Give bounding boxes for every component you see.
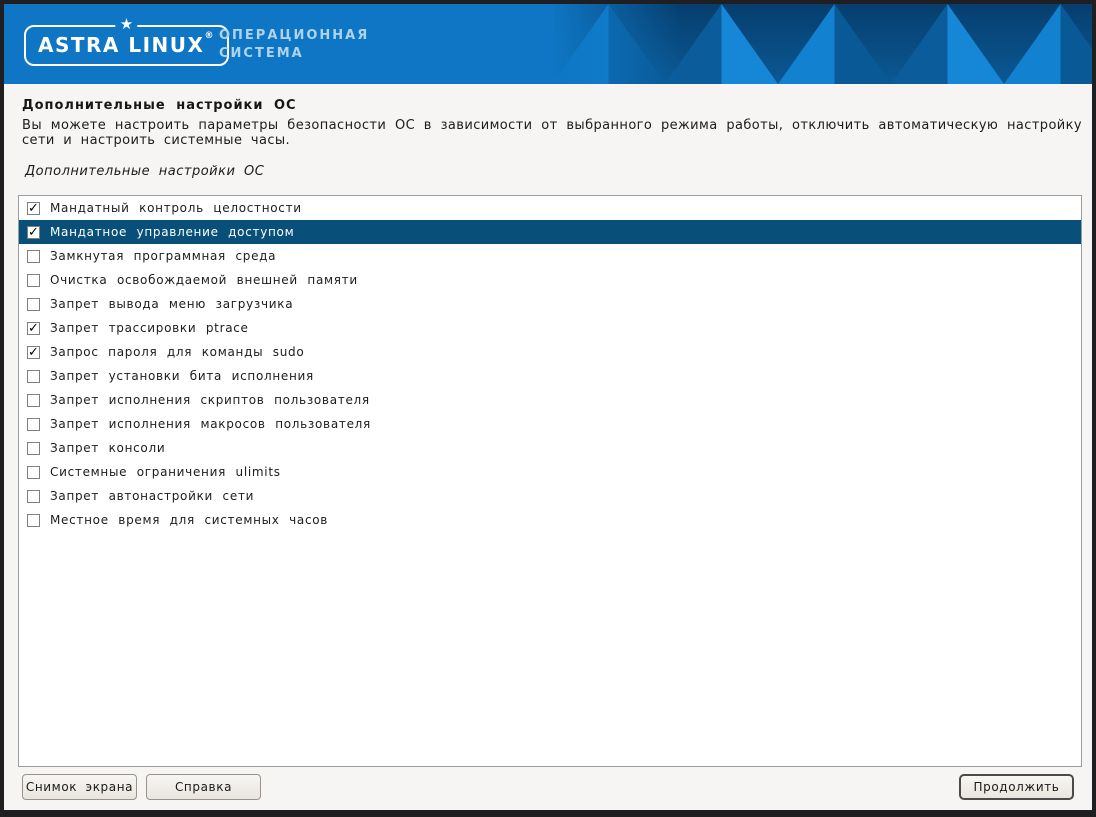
installer-window: ★ ASTRA LINUX® ОПЕРАЦИОННАЯ СИСТЕМА Допо… [4, 4, 1092, 810]
checkbox-unchecked-icon[interactable] [27, 514, 40, 527]
star-icon: ★ [116, 16, 137, 32]
help-button[interactable]: Справка [146, 774, 261, 800]
list-item[interactable]: ✓ Мандатное управление доступом [19, 220, 1081, 244]
list-item[interactable]: Замкнутая программная среда [19, 244, 1081, 268]
list-item[interactable]: Запрет вывода меню загрузчика [19, 292, 1081, 316]
option-label: Запрет установки бита исполнения [50, 369, 314, 383]
checkbox-checked-icon[interactable]: ✓ [27, 346, 40, 359]
list-item[interactable]: Очистка освобождаемой внешней памяти [19, 268, 1081, 292]
options-group-label: Дополнительные настройки ОС [25, 164, 264, 179]
list-item[interactable]: ✓ Мандатный контроль целостности [19, 196, 1081, 220]
header-subtitle: ОПЕРАЦИОННАЯ СИСТЕМА [219, 27, 369, 63]
option-label: Мандатный контроль целостности [50, 201, 302, 215]
header-banner: ★ ASTRA LINUX® ОПЕРАЦИОННАЯ СИСТЕМА [4, 4, 1092, 84]
option-label: Мандатное управление доступом [50, 225, 294, 239]
continue-button[interactable]: Продолжить [959, 774, 1074, 800]
option-label: Запрет исполнения скриптов пользователя [50, 393, 370, 407]
option-label: Запрет трассировки ptrace [50, 321, 249, 335]
logo-text: ASTRA LINUX® [38, 33, 215, 57]
checkbox-unchecked-icon[interactable] [27, 490, 40, 503]
options-list[interactable]: ✓ Мандатный контроль целостности ✓ Мандатно… [18, 195, 1082, 767]
pattern-fade [552, 4, 682, 84]
list-item[interactable]: Запрет автонастройки сети [19, 484, 1081, 508]
checkbox-unchecked-icon[interactable] [27, 466, 40, 479]
screenshot-button[interactable]: Снимок экрана [22, 774, 137, 800]
list-item[interactable]: Системные ограничения ulimits [19, 460, 1081, 484]
list-item[interactable]: Запрет установки бита исполнения [19, 364, 1081, 388]
list-item[interactable]: ✓ Запрос пароля для команды sudo [19, 340, 1081, 364]
option-label: Запрет консоли [50, 441, 165, 455]
list-item[interactable]: Запрет исполнения макросов пользователя [19, 412, 1081, 436]
option-label: Запрет исполнения макросов пользователя [50, 417, 371, 431]
page-title: Дополнительные настройки ОС [22, 98, 297, 113]
option-label: Местное время для системных часов [50, 513, 328, 527]
checkbox-unchecked-icon[interactable] [27, 442, 40, 455]
option-label: Запрос пароля для команды sudo [50, 345, 304, 359]
checkbox-unchecked-icon[interactable] [27, 418, 40, 431]
registered-mark: ® [204, 31, 215, 41]
page-description: Вы можете настроить параметры безопаснос… [22, 119, 1082, 148]
list-item[interactable]: Запрет исполнения скриптов пользователя [19, 388, 1081, 412]
list-item[interactable]: Запрет консоли [19, 436, 1081, 460]
option-label: Запрет автонастройки сети [50, 489, 254, 503]
checkbox-unchecked-icon[interactable] [27, 250, 40, 263]
header-facet-pattern [552, 4, 1092, 84]
option-label: Системные ограничения ulimits [50, 465, 281, 479]
checkbox-unchecked-icon[interactable] [27, 298, 40, 311]
list-item[interactable]: ✓ Запрет трассировки ptrace [19, 316, 1081, 340]
list-item[interactable]: Местное время для системных часов [19, 508, 1081, 532]
option-label: Очистка освобождаемой внешней памяти [50, 273, 358, 287]
checkbox-unchecked-icon[interactable] [27, 370, 40, 383]
checkbox-checked-icon[interactable]: ✓ [27, 202, 40, 215]
checkbox-checked-icon[interactable]: ✓ [27, 322, 40, 335]
subtitle-line-1: ОПЕРАЦИОННАЯ [219, 27, 369, 45]
subtitle-line-2: СИСТЕМА [219, 45, 369, 63]
option-label: Замкнутая программная среда [50, 249, 276, 263]
checkbox-unchecked-icon[interactable] [27, 274, 40, 287]
checkbox-unchecked-icon[interactable] [27, 394, 40, 407]
checkbox-checked-icon[interactable]: ✓ [27, 226, 40, 239]
option-label: Запрет вывода меню загрузчика [50, 297, 293, 311]
screen-frame: ★ ASTRA LINUX® ОПЕРАЦИОННАЯ СИСТЕМА Допо… [0, 0, 1096, 817]
astra-linux-logo: ★ ASTRA LINUX® [24, 25, 229, 66]
